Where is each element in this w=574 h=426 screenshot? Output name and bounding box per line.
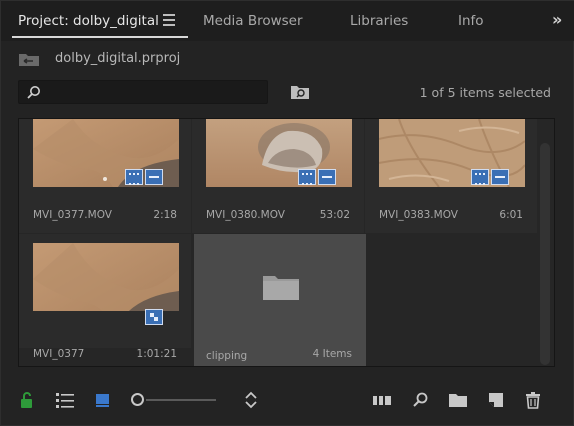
tab-project[interactable]: Project: dolby_digital — [18, 13, 159, 29]
sequence-badge-icon — [145, 309, 163, 325]
sort-icon[interactable] — [241, 391, 261, 409]
video-badge-icon — [125, 169, 143, 185]
clip-tile[interactable]: MVI_0380.MOV 53:02 — [192, 119, 364, 233]
clip-name: MVI_0383.MOV — [379, 209, 458, 221]
icon-view-grid: MVI_0377.MOV 2:18 MVI_0380.MOV 53:02 MVI… — [18, 118, 555, 367]
bin-tile[interactable]: clipping 4 Items — [194, 234, 366, 366]
selection-status: 1 of 5 items selected — [419, 85, 551, 100]
clip-tile[interactable]: MVI_0377.MOV 2:18 — [19, 119, 191, 233]
clip-tile[interactable]: MVI_0383.MOV 6:01 — [365, 119, 537, 233]
project-file-name: dolby_digital.prproj — [55, 51, 181, 66]
video-badge-icon — [471, 169, 489, 185]
vertical-scrollbar[interactable] — [540, 143, 550, 365]
zoom-slider-handle[interactable] — [131, 393, 144, 406]
search-input[interactable] — [18, 80, 268, 104]
audio-badge-icon — [318, 169, 336, 185]
bin-up-icon[interactable] — [18, 51, 40, 67]
sequence-name: MVI_0377 — [33, 348, 85, 360]
project-path-row: dolby_digital.prproj — [1, 45, 574, 73]
clip-duration: 6:01 — [499, 209, 523, 221]
panel-menu-icon[interactable] — [163, 14, 175, 26]
project-panel-toolbar — [1, 383, 574, 419]
zoom-slider-track[interactable] — [146, 399, 216, 401]
clip-name: MVI_0377.MOV — [33, 209, 112, 221]
sequence-tile[interactable]: MVI_0377 1:01:21 — [19, 234, 191, 360]
tab-overflow-button[interactable]: » — [552, 10, 562, 29]
folder-icon — [263, 276, 299, 300]
active-tab-indicator — [12, 36, 188, 38]
bin-name: clipping — [206, 350, 248, 362]
project-panel: Project: dolby_digital Media Browser Lib… — [0, 0, 574, 426]
tab-media-browser[interactable]: Media Browser — [203, 13, 303, 29]
new-item-icon[interactable] — [486, 391, 506, 409]
sequence-thumbnail — [33, 243, 179, 311]
icon-view-icon[interactable] — [94, 391, 114, 409]
clip-duration: 2:18 — [153, 209, 177, 221]
lock-icon[interactable] — [18, 391, 38, 409]
audio-badge-icon — [145, 169, 163, 185]
clip-name: MVI_0380.MOV — [206, 209, 285, 221]
bin-item-count: 4 Items — [312, 348, 352, 360]
new-search-bin-icon[interactable] — [290, 84, 310, 100]
automate-to-sequence-icon[interactable] — [372, 391, 392, 409]
audio-badge-icon — [491, 169, 509, 185]
tab-libraries[interactable]: Libraries — [350, 13, 408, 29]
tab-info[interactable]: Info — [458, 13, 484, 29]
search-icon — [27, 86, 40, 99]
clip-duration: 53:02 — [319, 209, 350, 221]
trash-icon[interactable] — [523, 391, 543, 409]
sequence-duration: 1:01:21 — [136, 348, 177, 360]
list-view-icon[interactable] — [55, 391, 75, 409]
panel-tab-bar: Project: dolby_digital Media Browser Lib… — [1, 1, 574, 41]
video-badge-icon — [298, 169, 316, 185]
find-icon[interactable] — [411, 391, 431, 409]
new-bin-icon[interactable] — [448, 391, 468, 409]
